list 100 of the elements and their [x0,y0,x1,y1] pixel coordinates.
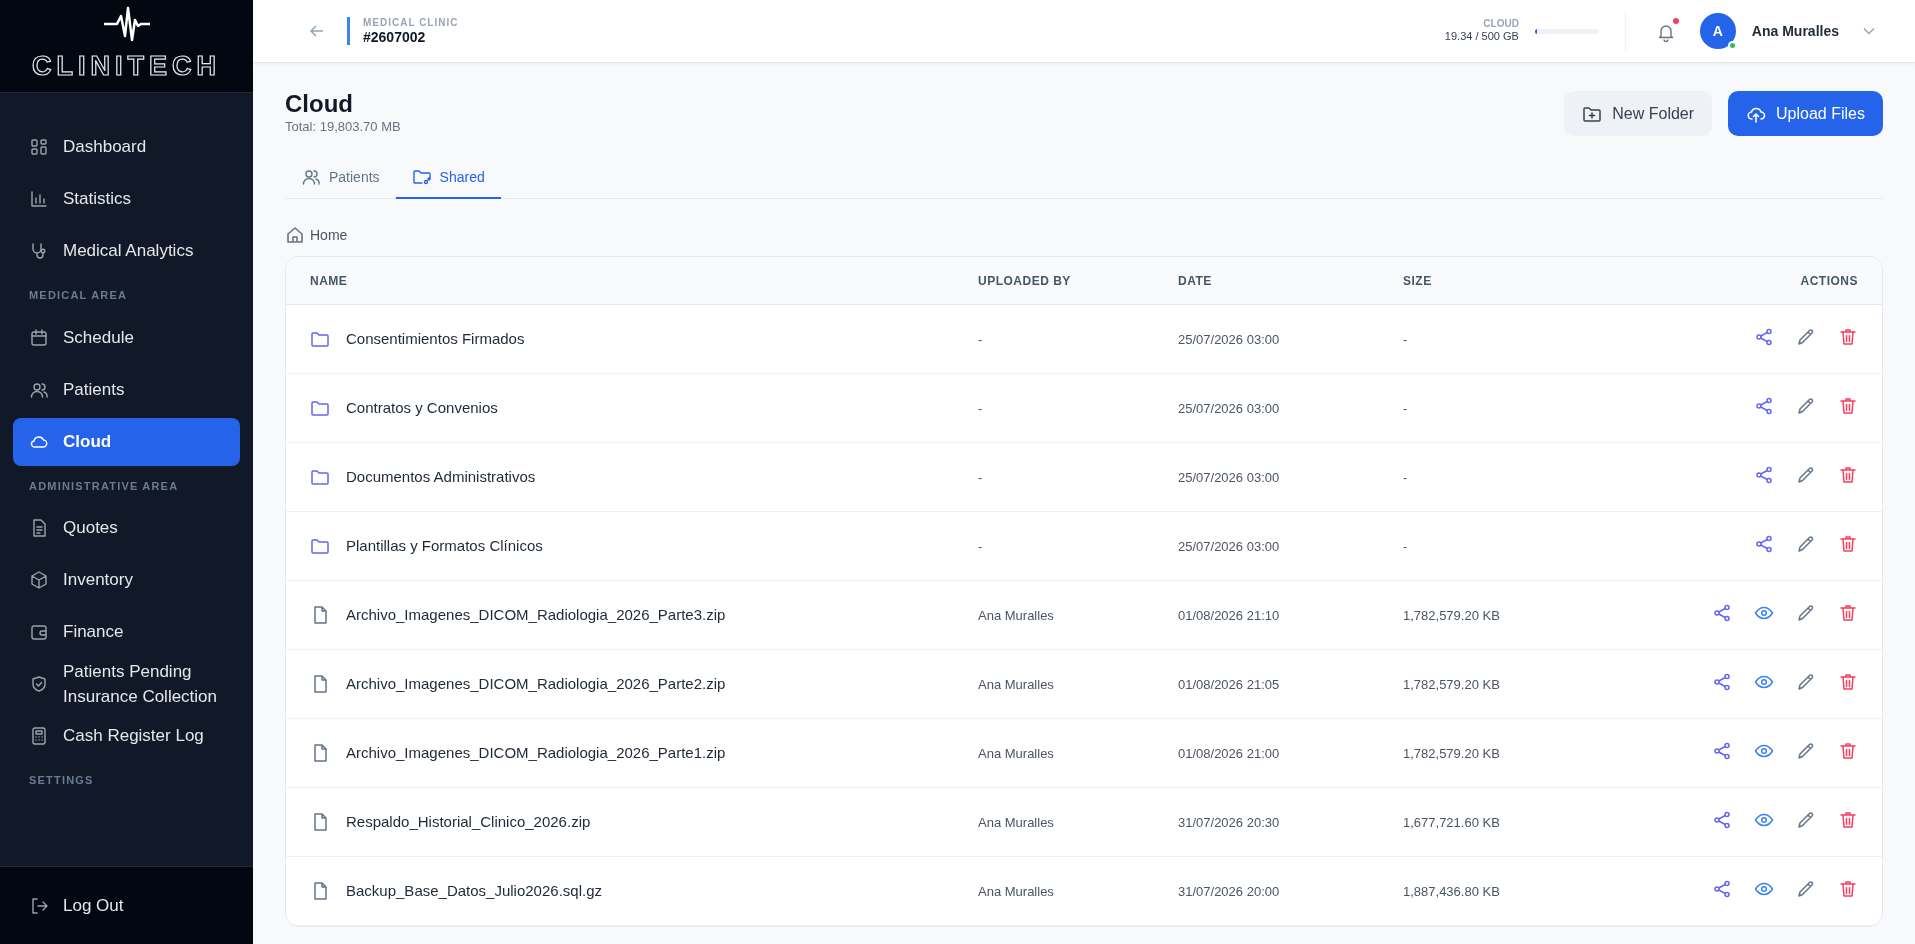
sidebar-item[interactable]: Medical Analytics [13,225,240,277]
trash-button[interactable] [1838,740,1858,761]
sidebar-item[interactable]: Cloud [13,417,240,466]
uploader-name: Ana Muralles [978,814,1054,830]
avatar[interactable]: A [1699,13,1736,49]
date-text: 01/08/2026 21:00 [1178,745,1280,761]
size-text: - [1403,538,1408,554]
uploader-name: Ana Muralles [978,607,1054,623]
trash-button[interactable] [1838,878,1858,899]
folder-name[interactable]: Contratos y Convenios [346,397,498,420]
pencil-button[interactable] [1796,602,1816,623]
pencil-button[interactable] [1796,809,1816,830]
tab[interactable]: Patients [285,158,396,199]
share-button[interactable] [1712,878,1732,899]
size-text: - [1403,469,1408,485]
uploader-name: - [978,538,983,554]
new-folder-button[interactable]: New Folder [1564,91,1713,136]
sidebar-item[interactable]: Statistics [13,173,240,225]
trash-icon [1838,740,1858,761]
tab[interactable]: Shared [395,158,501,199]
heartbeat-logo-icon [102,5,151,42]
logout-icon [29,895,49,916]
pencil-icon [1796,602,1816,623]
share-icon [1754,533,1774,554]
sidebar-item[interactable]: Finance [13,606,240,658]
pencil-button[interactable] [1796,395,1816,416]
pencil-icon [1796,395,1816,416]
pencil-button[interactable] [1796,326,1816,347]
sidebar-item[interactable]: Inventory [13,554,240,606]
date-text: 01/08/2026 21:10 [1178,607,1280,623]
trash-icon [1838,464,1858,485]
file-name[interactable]: Archivo_Imagenes_DICOM_Radiologia_2026_Parte2.zip [346,673,726,696]
pencil-icon [1796,533,1816,554]
share-icon [1712,671,1732,692]
clinic-id: #2607002 [363,28,427,46]
nav-section-heading: SETTINGS [28,773,95,788]
size-text: 1,782,579.20 KB [1403,745,1500,761]
trash-button[interactable] [1838,464,1858,485]
calendar-icon [29,327,49,348]
share-icon [1712,740,1732,761]
share-button[interactable] [1754,533,1774,554]
uploader-name: - [978,469,983,485]
file-name[interactable]: Archivo_Imagenes_DICOM_Radiologia_2026_Parte3.zip [346,604,726,627]
folder-icon [310,467,330,488]
column-header: ACTIONS [1800,273,1858,288]
folder-icon [310,398,330,419]
share-button[interactable] [1712,740,1732,761]
share-icon [1754,326,1774,347]
pencil-button[interactable] [1796,464,1816,485]
folder-name[interactable]: Documentos Administrativos [346,466,536,489]
folder-name[interactable]: Consentimientos Firmados [346,328,525,351]
shield-check-icon [29,674,49,694]
share-icon [1712,878,1732,899]
trash-button[interactable] [1838,533,1858,554]
file-name[interactable]: Respaldo_Historial_Clinico_2026.zip [346,811,591,834]
trash-button[interactable] [1838,809,1858,830]
pencil-button[interactable] [1796,878,1816,899]
storage-label: CLOUD [1482,17,1519,31]
file-name[interactable]: Backup_Base_Datos_Julio2026.sql.gz [346,880,602,903]
share-button[interactable] [1712,602,1732,623]
folder-icon [310,536,330,557]
trash-icon [1838,878,1858,899]
share-button[interactable] [1754,395,1774,416]
pencil-button[interactable] [1796,671,1816,692]
sidebar-item[interactable]: Cash Register Log [13,710,240,762]
folder-name[interactable]: Plantillas y Formatos Clínicos [346,535,543,558]
page-title: Cloud [285,91,354,118]
back-arrow-icon[interactable] [309,23,325,39]
sidebar-item[interactable]: Patients [13,363,240,416]
share-icon [1754,395,1774,416]
sidebar-item[interactable]: Schedule [13,311,240,364]
box-icon [29,570,49,590]
pencil-icon [1796,326,1816,347]
share-button[interactable] [1754,326,1774,347]
trash-button[interactable] [1838,602,1858,623]
user-name[interactable]: Ana Muralles [1751,20,1839,42]
size-text: 1,887,436.80 KB [1403,883,1500,899]
size-text: 1,782,579.20 KB [1403,676,1500,692]
sidebar-item[interactable]: Quotes [13,502,240,554]
sidebar-item[interactable]: Patients Pending Insurance Collection [13,658,240,710]
date-text: 25/07/2026 03:00 [1178,400,1280,416]
upload-button[interactable]: Upload Files [1728,91,1883,136]
date-text: 25/07/2026 03:00 [1178,469,1280,485]
file-name[interactable]: Archivo_Imagenes_DICOM_Radiologia_2026_Parte1.zip [346,742,726,765]
column-header: UPLOADED BY [978,273,1071,288]
share-button[interactable] [1712,671,1732,692]
sidebar-item[interactable]: Dashboard [13,121,240,173]
pencil-button[interactable] [1796,533,1816,554]
brand-logo: CLINITECH [32,49,221,83]
share-button[interactable] [1712,809,1732,830]
pencil-button[interactable] [1796,740,1816,761]
share-icon [1712,809,1732,830]
trash-button[interactable] [1838,395,1858,416]
trash-button[interactable] [1838,326,1858,347]
share-icon [1712,602,1732,623]
share-button[interactable] [1754,464,1774,485]
trash-button[interactable] [1838,671,1858,692]
wallet-icon [29,622,49,642]
breadcrumb-link[interactable]: Home [310,224,348,246]
column-header: NAME [310,273,348,288]
